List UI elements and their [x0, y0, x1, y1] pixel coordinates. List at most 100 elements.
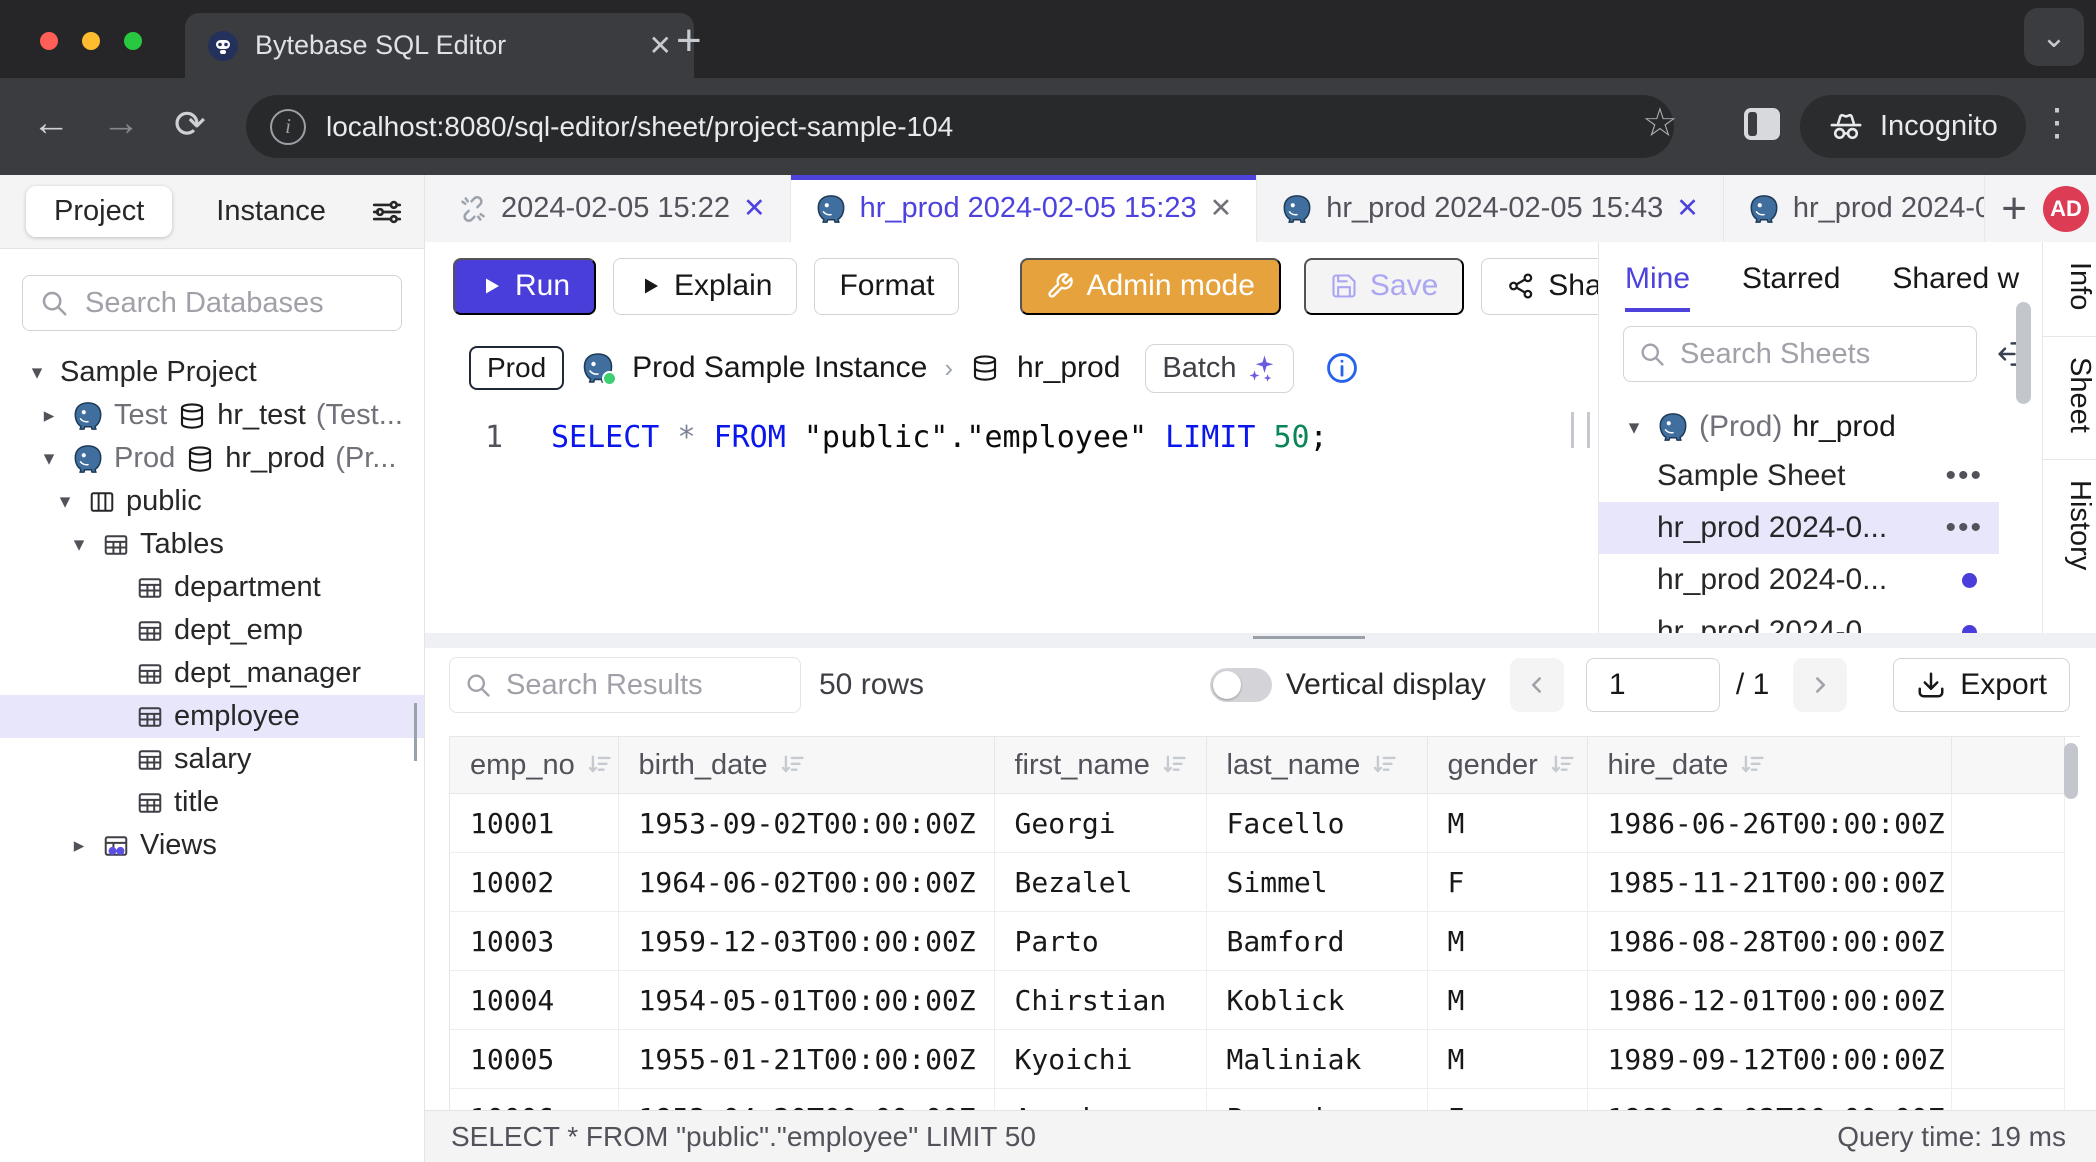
close-tab-icon[interactable]: ✕ [649, 29, 672, 62]
sheet-list-scrollbar[interactable] [2016, 302, 2031, 404]
info-icon[interactable] [1325, 351, 1359, 385]
table-cell[interactable]: Preusig [1206, 1089, 1427, 1111]
caret-down-icon[interactable]: ▾ [1621, 415, 1647, 440]
browser-tab[interactable]: Bytebase SQL Editor ✕ [185, 13, 694, 78]
table-cell[interactable]: Facello [1206, 794, 1427, 853]
tree-item-employee[interactable]: employee [0, 695, 424, 738]
table-cell[interactable]: Koblick [1206, 971, 1427, 1030]
table-cell[interactable]: Bezalel [994, 853, 1206, 912]
close-window-button[interactable] [40, 32, 58, 50]
side-panel-icon[interactable] [1744, 108, 1780, 140]
column-header-first_name[interactable]: first_name [994, 737, 1206, 794]
tree-item-dept-manager[interactable]: dept_manager [0, 652, 424, 695]
batch-button[interactable]: Batch [1145, 344, 1293, 393]
new-tab-button[interactable]: + [676, 16, 702, 66]
table-cell[interactable]: 1986-08-28T00:00:00Z [1587, 912, 1951, 971]
instance-name[interactable]: Prod Sample Instance [632, 351, 927, 385]
table-cell[interactable]: M [1427, 794, 1587, 853]
table-cell[interactable]: 10001 [450, 794, 618, 853]
sheet-item[interactable]: hr_prod 2024-0... [1599, 606, 1999, 633]
table-cell[interactable]: 1959-12-03T00:00:00Z [618, 912, 994, 971]
table-cell[interactable]: 1953-09-02T00:00:00Z [618, 794, 994, 853]
admin-mode-button[interactable]: Admin mode [1020, 258, 1280, 315]
tree-item-hr-prod[interactable]: ▾Prodhr_prod (Pr... [0, 437, 424, 480]
bookmark-star-icon[interactable]: ☆ [1642, 100, 1678, 146]
table-cell[interactable]: 10005 [450, 1030, 618, 1089]
editor-tab[interactable]: hr_prod 2024-02-05 15:43✕ [1257, 175, 1724, 242]
tree-item-views[interactable]: ▸Views [0, 824, 424, 867]
table-cell[interactable]: Maliniak [1206, 1030, 1427, 1089]
database-search[interactable] [22, 275, 402, 331]
editor-tab[interactable]: hr_prod 2024-0 [1724, 175, 1985, 242]
database-search-input[interactable] [83, 286, 385, 321]
sheet-item-clipped[interactable]: hr_prod 2024-0... [1599, 394, 1999, 404]
table-cell[interactable]: 1985-11-21T00:00:00Z [1587, 853, 1951, 912]
tab-instance[interactable]: Instance [216, 195, 326, 228]
results-search[interactable] [449, 657, 801, 713]
table-cell[interactable]: F [1427, 853, 1587, 912]
sql-editor[interactable]: 1 SELECT * FROM "public"."employee" LIMI… [425, 406, 1598, 633]
table-cell[interactable]: 1964-06-02T00:00:00Z [618, 853, 994, 912]
table-row[interactable]: 100041954-05-01T00:00:00ZChirstianKoblic… [450, 971, 2064, 1030]
table-cell[interactable]: Anneke [994, 1089, 1206, 1111]
sheet-menu-icon[interactable]: ••• [1945, 459, 1999, 493]
caret-down-icon[interactable]: ▾ [24, 360, 50, 385]
tree-item-sample-project[interactable]: ▾Sample Project [0, 351, 424, 394]
table-cell[interactable]: Chirstian [994, 971, 1206, 1030]
new-sheet-button[interactable]: + [1985, 175, 2043, 242]
caret-down-icon[interactable]: ▾ [36, 446, 62, 471]
table-cell[interactable]: Georgi [994, 794, 1206, 853]
vertical-display-toggle[interactable] [1210, 668, 1272, 702]
address-bar[interactable]: i localhost:8080/sql-editor/sheet/projec… [246, 95, 1674, 158]
table-row[interactable]: 100031959-12-03T00:00:00ZPartoBamfordM19… [450, 912, 2064, 971]
tree-item-salary[interactable]: salary [0, 738, 424, 781]
page-number-input[interactable] [1586, 658, 1720, 712]
back-icon[interactable]: ← [32, 102, 70, 145]
column-header-gender[interactable]: gender [1427, 737, 1587, 794]
sheet-item[interactable]: hr_prod 2024-0... [1599, 554, 1999, 606]
caret-right-icon[interactable]: ▸ [66, 833, 92, 858]
minimize-window-button[interactable] [82, 32, 100, 50]
tab-mine[interactable]: Mine [1625, 262, 1690, 312]
table-cell[interactable]: Simmel [1206, 853, 1427, 912]
export-button[interactable]: Export [1893, 658, 2070, 712]
table-cell[interactable]: Kyoichi [994, 1030, 1206, 1089]
rail-tab-history[interactable]: History [2043, 460, 2096, 596]
tab-shared[interactable]: Shared w [1892, 262, 2019, 312]
table-cell[interactable]: 1986-06-26T00:00:00Z [1587, 794, 1951, 853]
run-button[interactable]: Run [453, 258, 596, 315]
zoom-window-button[interactable] [124, 32, 142, 50]
table-cell[interactable]: 1986-12-01T00:00:00Z [1587, 971, 1951, 1030]
rail-tab-info[interactable]: Info [2043, 242, 2096, 337]
caret-right-icon[interactable]: ▸ [36, 403, 62, 428]
panel-splitter[interactable] [425, 633, 2096, 648]
column-header-birth_date[interactable]: birth_date [618, 737, 994, 794]
prev-page-button[interactable] [1510, 658, 1564, 712]
close-tab-icon[interactable]: ✕ [743, 193, 766, 224]
column-header-last_name[interactable]: last_name [1206, 737, 1427, 794]
table-cell[interactable]: M [1427, 971, 1587, 1030]
tree-item-department[interactable]: department [0, 566, 424, 609]
browser-menu-icon[interactable]: ⋮ [2038, 100, 2076, 145]
site-info-icon[interactable]: i [270, 109, 306, 145]
editor-tab[interactable]: 2024-02-05 15:22✕ [434, 175, 791, 242]
table-cell[interactable]: 1955-01-21T00:00:00Z [618, 1030, 994, 1089]
results-search-input[interactable] [504, 668, 786, 703]
result-table-scrollbar[interactable] [2064, 743, 2078, 799]
editor-tab[interactable]: hr_prod 2024-02-05 15:23✕ [791, 175, 1258, 242]
column-header-emp_no[interactable]: emp_no [450, 737, 618, 794]
table-cell[interactable]: 1989-06-02T00:00:00Z [1587, 1089, 1951, 1111]
tab-starred[interactable]: Starred [1742, 262, 1840, 312]
tree-item-tables[interactable]: ▾Tables [0, 523, 424, 566]
table-cell[interactable]: 1954-05-01T00:00:00Z [618, 971, 994, 1030]
sheet-menu-icon[interactable]: ••• [1945, 511, 1999, 545]
format-button[interactable]: Format [814, 258, 959, 315]
forward-icon[interactable]: → [102, 102, 140, 145]
caret-down-icon[interactable]: ▾ [52, 489, 78, 514]
table-cell[interactable]: 1953-04-20T00:00:00Z [618, 1089, 994, 1111]
table-cell[interactable]: F [1427, 1089, 1587, 1111]
table-row[interactable]: 100021964-06-02T00:00:00ZBezalelSimmelF1… [450, 853, 2064, 912]
table-cell[interactable]: 10002 [450, 853, 618, 912]
sheet-item[interactable]: hr_prod 2024-0...••• [1599, 502, 1999, 554]
table-cell[interactable]: Parto [994, 912, 1206, 971]
